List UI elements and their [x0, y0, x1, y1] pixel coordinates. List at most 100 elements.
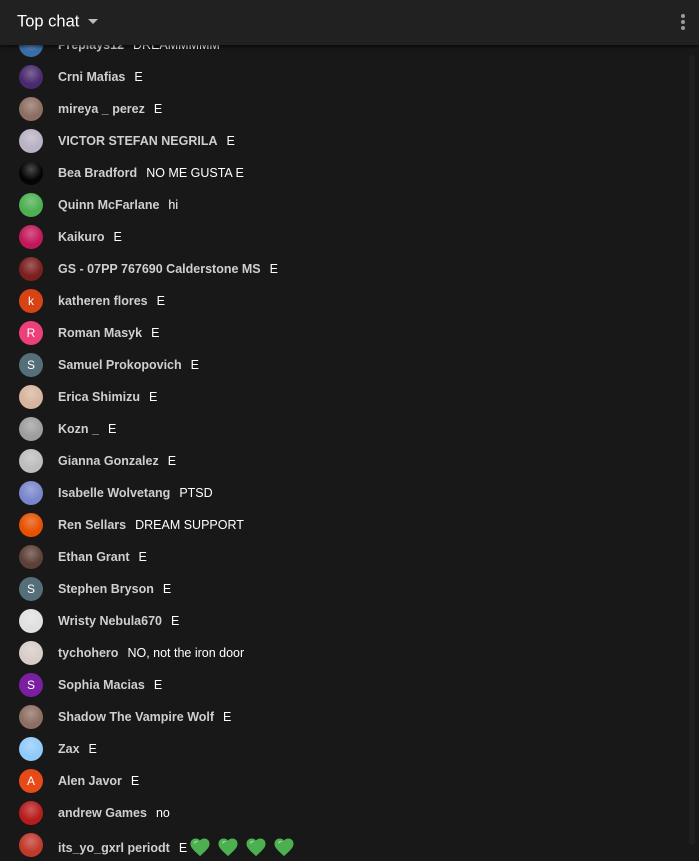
chat-message[interactable]: Bea Bradford NO ME GUSTA E: [0, 157, 685, 189]
chat-message[interactable]: mireya _ perez E: [0, 93, 685, 125]
message-content: Ren Sellars DREAM SUPPORT: [58, 517, 244, 533]
message-content: mireya _ perez E: [58, 101, 162, 117]
author-name[interactable]: Kaikuro: [58, 230, 105, 244]
author-avatar[interactable]: [19, 641, 43, 665]
message-content: Zax E: [58, 741, 97, 757]
top-chat-dropdown[interactable]: Top chat: [17, 11, 99, 32]
author-name[interactable]: Roman Masyk: [58, 326, 142, 340]
author-avatar[interactable]: [19, 225, 43, 249]
message-text: E: [151, 326, 160, 340]
message-content: Bea Bradford NO ME GUSTA E: [58, 165, 244, 181]
message-text: no: [155, 806, 170, 820]
chat-message[interactable]: Crni Mafias E: [0, 61, 685, 93]
author-avatar[interactable]: [19, 257, 43, 281]
author-avatar[interactable]: [19, 737, 43, 761]
message-content: its_yo_gxrl periodt E: [58, 837, 301, 861]
author-name[interactable]: katheren flores: [58, 294, 148, 308]
author-avatar[interactable]: [19, 129, 43, 153]
chat-message-list[interactable]: Preplays12 DREAMMMMM Crni Mafias Emireya _ …: [0, 0, 685, 858]
author-name[interactable]: Quinn McFarlane: [58, 198, 159, 212]
message-content: Wristy Nebula670 E: [58, 613, 179, 629]
chat-message[interactable]: Kaikuro E: [0, 221, 685, 253]
message-text: E: [107, 422, 117, 436]
author-avatar[interactable]: [19, 833, 43, 857]
chat-message[interactable]: S Stephen Bryson E: [0, 573, 685, 605]
chat-message[interactable]: R Roman Masyk E: [0, 317, 685, 349]
author-avatar[interactable]: [19, 513, 43, 537]
author-name[interactable]: Stephen Bryson: [58, 582, 154, 596]
author-name[interactable]: Kozn _: [58, 422, 99, 436]
author-avatar[interactable]: [19, 545, 43, 569]
author-name[interactable]: Crni Mafias: [58, 70, 125, 84]
chat-message[interactable]: andrew Games no: [0, 797, 685, 829]
chat-message[interactable]: A Alen Javor E: [0, 765, 685, 797]
message-content: Sophia Macias E: [58, 677, 162, 693]
author-avatar[interactable]: S: [19, 577, 43, 601]
author-name[interactable]: Gianna Gonzalez: [58, 454, 159, 468]
more-vert-icon[interactable]: [673, 11, 693, 33]
chat-message[interactable]: tychohero NO, not the iron door: [0, 637, 685, 669]
author-avatar[interactable]: [19, 449, 43, 473]
author-avatar[interactable]: [19, 801, 43, 825]
author-name[interactable]: Shadow The Vampire Wolf: [58, 710, 214, 724]
author-name[interactable]: Isabelle Wolvetang: [58, 486, 170, 500]
author-avatar[interactable]: [19, 97, 43, 121]
chat-message[interactable]: Ren Sellars DREAM SUPPORT: [0, 509, 685, 541]
message-content: Erica Shimizu E: [58, 389, 157, 405]
message-text: E: [162, 582, 172, 596]
author-name[interactable]: Ethan Grant: [58, 550, 130, 564]
author-name[interactable]: Zax: [58, 742, 80, 756]
author-avatar[interactable]: [19, 193, 43, 217]
author-name[interactable]: Erica Shimizu: [58, 390, 140, 404]
chat-message[interactable]: S Sophia Macias E: [0, 669, 685, 701]
chat-message[interactable]: Gianna Gonzalez E: [0, 445, 685, 477]
chat-message[interactable]: k katheren flores E: [0, 285, 685, 317]
caret-down-icon: [88, 19, 99, 25]
author-name[interactable]: Alen Javor: [58, 774, 122, 788]
author-name[interactable]: Wristy Nebula670: [58, 614, 162, 628]
author-avatar[interactable]: [19, 417, 43, 441]
author-avatar[interactable]: [19, 385, 43, 409]
author-avatar[interactable]: [19, 705, 43, 729]
author-avatar[interactable]: [19, 65, 43, 89]
author-name[interactable]: Ren Sellars: [58, 518, 126, 532]
author-name[interactable]: Samuel Prokopovich: [58, 358, 182, 372]
chat-message[interactable]: Zax E: [0, 733, 685, 765]
author-avatar[interactable]: [19, 481, 43, 505]
author-avatar[interactable]: A: [19, 769, 43, 793]
chat-mode-label: Top chat: [17, 12, 80, 31]
author-avatar[interactable]: S: [19, 353, 43, 377]
message-text: E: [134, 70, 143, 84]
chat-message[interactable]: Ethan Grant E: [0, 541, 685, 573]
author-name[interactable]: mireya _ perez: [58, 102, 145, 116]
scrollbar-thumb[interactable]: [689, 55, 695, 845]
chat-message[interactable]: Shadow The Vampire Wolf E: [0, 701, 685, 733]
author-name[interactable]: Sophia Macias: [58, 678, 145, 692]
author-avatar[interactable]: R: [19, 321, 43, 345]
author-name[interactable]: andrew Games: [58, 806, 147, 820]
author-name[interactable]: GS - 07PP 767690 Calderstone MS: [58, 262, 261, 276]
author-name[interactable]: tychohero: [58, 646, 118, 660]
message-content: Shadow The Vampire Wolf E: [58, 709, 231, 725]
message-text: E: [88, 742, 97, 756]
chat-message[interactable]: Kozn _ E: [0, 413, 685, 445]
chat-message[interactable]: VICTOR STEFAN NEGRILA E: [0, 125, 685, 157]
message-content: Kaikuro E: [58, 229, 122, 245]
message-text: E: [148, 390, 158, 404]
author-name[interactable]: VICTOR STEFAN NEGRILA: [58, 134, 218, 148]
chat-message[interactable]: Wristy Nebula670 E: [0, 605, 685, 637]
chat-message[interactable]: Isabelle Wolvetang PTSD: [0, 477, 685, 509]
author-name[interactable]: Bea Bradford: [58, 166, 137, 180]
chat-message[interactable]: Erica Shimizu E: [0, 381, 685, 413]
author-avatar[interactable]: [19, 609, 43, 633]
author-name[interactable]: its_yo_gxrl periodt: [58, 841, 170, 855]
chat-message[interactable]: S Samuel Prokopovich E: [0, 349, 685, 381]
chat-message[interactable]: GS - 07PP 767690 Calderstone MS E: [0, 253, 685, 285]
chat-scrollbar[interactable]: [685, 45, 699, 858]
author-avatar[interactable]: [19, 161, 43, 185]
message-content: Stephen Bryson E: [58, 581, 171, 597]
author-avatar[interactable]: k: [19, 289, 43, 313]
chat-message[interactable]: its_yo_gxrl periodt E: [0, 829, 685, 861]
chat-message[interactable]: Quinn McFarlane hi: [0, 189, 685, 221]
author-avatar[interactable]: S: [19, 673, 43, 697]
